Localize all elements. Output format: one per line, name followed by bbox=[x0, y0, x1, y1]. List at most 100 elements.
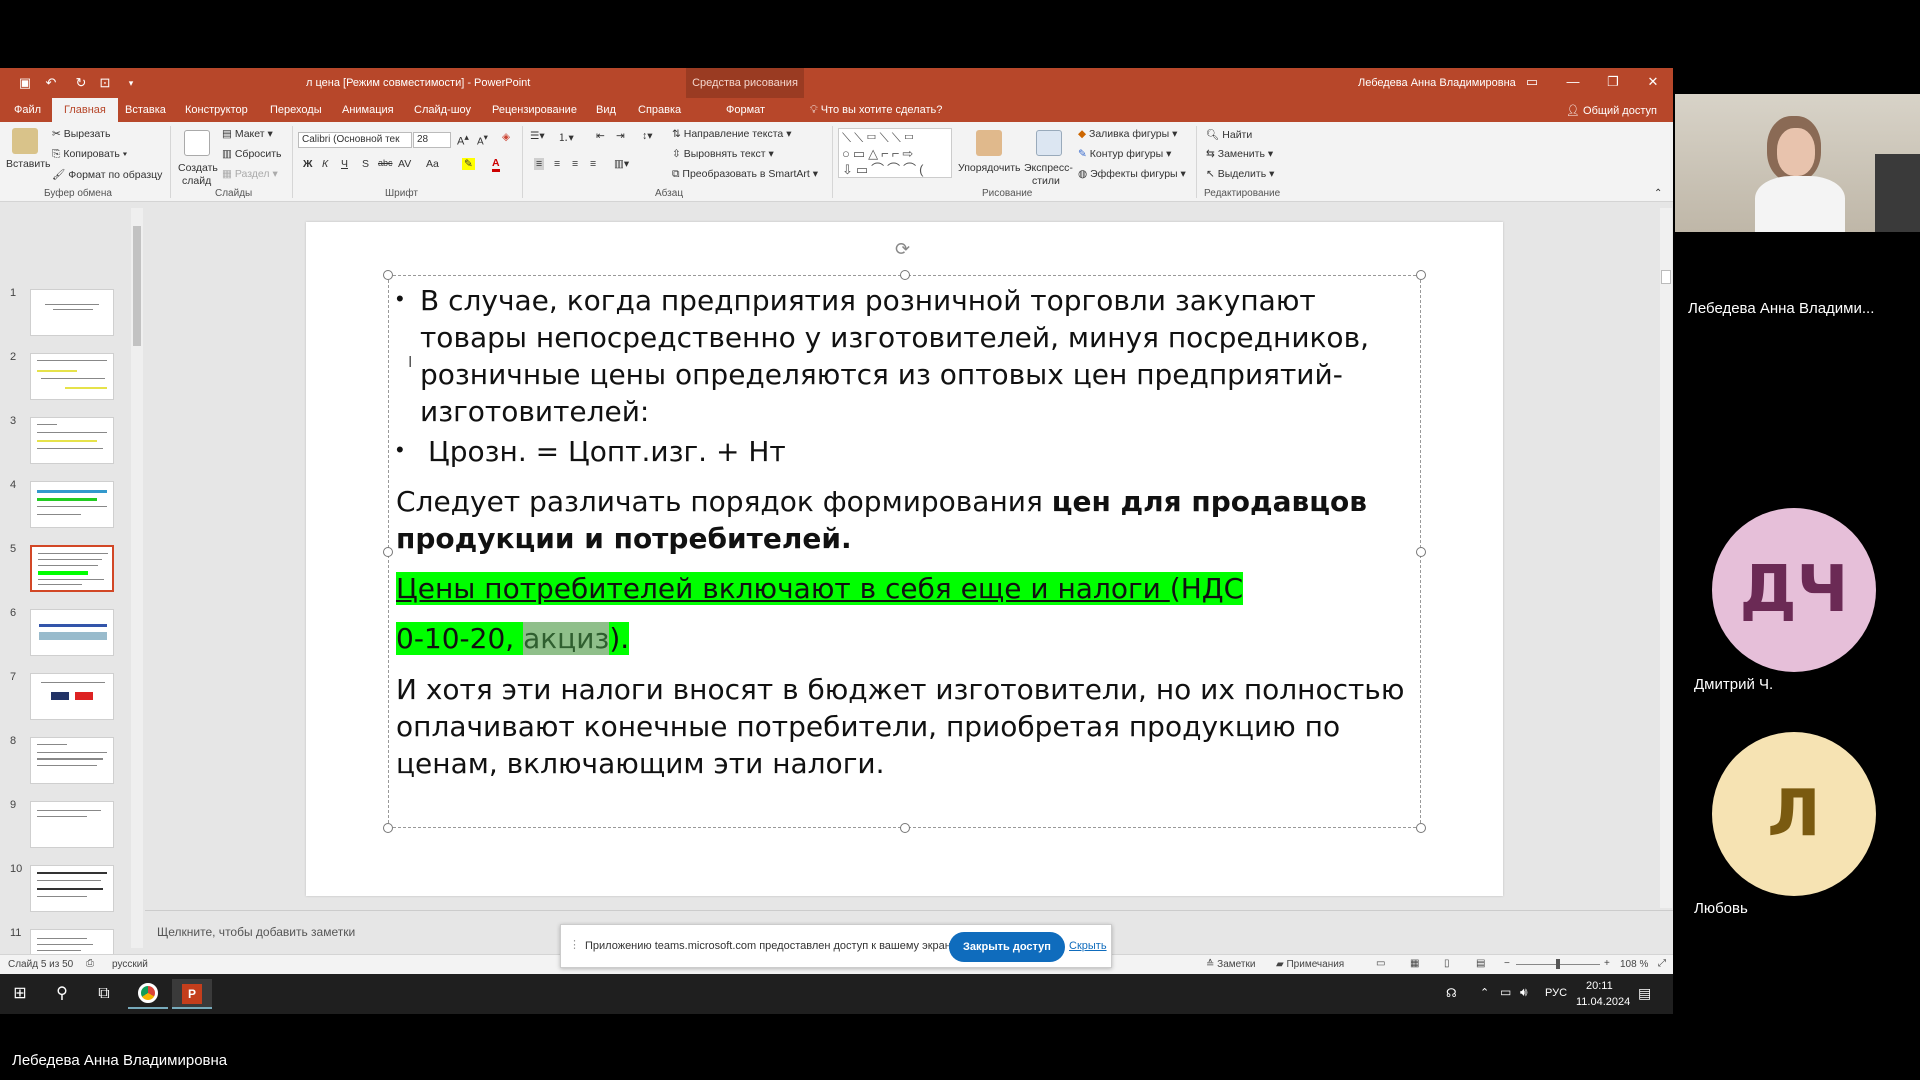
bullets-icon[interactable]: ☰▾ bbox=[530, 130, 545, 142]
notes-toggle[interactable]: ≙ Заметки bbox=[1206, 959, 1255, 970]
italic-button[interactable]: К bbox=[322, 158, 328, 170]
slide-thumbnail-4[interactable] bbox=[30, 481, 114, 528]
strikethrough-button[interactable]: abc bbox=[378, 158, 393, 168]
slide-thumbnail-5[interactable] bbox=[30, 545, 114, 592]
slide-thumbnail-7[interactable] bbox=[30, 673, 114, 720]
resize-handle[interactable] bbox=[383, 270, 393, 280]
quick-styles-button-line2[interactable]: стили bbox=[1032, 175, 1060, 187]
underline-button[interactable]: Ч bbox=[341, 158, 348, 170]
slideshow-view-icon[interactable]: ▤ bbox=[1476, 958, 1485, 969]
collapse-ribbon-icon[interactable]: ⌃ bbox=[1654, 188, 1662, 199]
tab-help[interactable]: Справка bbox=[638, 104, 681, 116]
shape-effects-button[interactable]: ◍ Эффекты фигуры ▾ bbox=[1078, 168, 1186, 180]
tab-view[interactable]: Вид bbox=[596, 104, 616, 116]
shadow-button[interactable]: S bbox=[362, 158, 369, 170]
editor-scrollbar[interactable] bbox=[1660, 208, 1672, 908]
tab-design[interactable]: Конструктор bbox=[185, 104, 248, 116]
quick-styles-button-line1[interactable]: Экспресс- bbox=[1024, 162, 1073, 174]
spellcheck-icon[interactable]: ⎙ bbox=[86, 958, 94, 969]
tab-animations[interactable]: Анимация bbox=[342, 104, 394, 116]
save-icon[interactable]: ▣ bbox=[18, 76, 32, 90]
start-from-beginning-icon[interactable]: ⊡ bbox=[98, 76, 112, 90]
ribbon-display-icon[interactable]: ▭ bbox=[1522, 74, 1542, 92]
clear-format-icon[interactable]: ◈ bbox=[502, 131, 510, 143]
resize-handle[interactable] bbox=[1416, 270, 1426, 280]
tray-chevron-icon[interactable]: ⌃ bbox=[1480, 986, 1489, 999]
highlight-color-icon[interactable]: ✎ bbox=[462, 158, 475, 170]
tab-slideshow[interactable]: Слайд-шоу bbox=[414, 104, 471, 116]
new-slide-button-line1[interactable]: Создать bbox=[178, 162, 218, 174]
align-right-icon[interactable]: ≡ bbox=[572, 158, 578, 170]
thumbnails-scrollbar[interactable] bbox=[131, 208, 143, 948]
task-view-icon[interactable]: ⧉ bbox=[84, 979, 124, 1009]
bold-button[interactable]: Ж bbox=[303, 158, 313, 170]
arrange-button[interactable]: Упорядочить bbox=[958, 162, 1020, 174]
stop-sharing-button[interactable]: Закрыть доступ bbox=[949, 932, 1065, 962]
fit-slide-icon[interactable]: ⤢ bbox=[1658, 958, 1666, 969]
user-name[interactable]: Лебедева Анна Владимировна bbox=[1358, 77, 1516, 89]
scroll-thumb[interactable] bbox=[133, 226, 141, 346]
resize-handle[interactable] bbox=[900, 270, 910, 280]
tab-format[interactable]: Формат bbox=[726, 104, 765, 116]
slide-thumbnail-2[interactable] bbox=[30, 353, 114, 400]
font-size-combo[interactable]: 28 bbox=[413, 132, 451, 148]
slide-thumbnail-10[interactable] bbox=[30, 865, 114, 912]
increase-indent-icon[interactable]: ⇥ bbox=[616, 130, 625, 142]
clock-time[interactable]: 20:11 bbox=[1586, 980, 1613, 992]
normal-view-icon[interactable]: ▭ bbox=[1376, 958, 1385, 969]
resize-handle[interactable] bbox=[1416, 547, 1426, 557]
shapes-gallery[interactable]: ⟍⟍▭⟍⟍▭ ○▭△⌐⌐⇨ ⇩▭⌒⌒⌒( bbox=[838, 128, 952, 178]
tab-review[interactable]: Рецензирование bbox=[492, 104, 577, 116]
tab-home[interactable]: Главная bbox=[52, 98, 118, 122]
notifications-icon[interactable]: ▤ bbox=[1638, 985, 1651, 1002]
resize-handle[interactable] bbox=[1416, 823, 1426, 833]
customize-qat-icon[interactable]: ▾ bbox=[124, 76, 138, 90]
hide-link[interactable]: Скрыть bbox=[1069, 940, 1107, 952]
tab-transitions[interactable]: Переходы bbox=[270, 104, 322, 116]
zoom-slider-thumb[interactable] bbox=[1556, 959, 1560, 969]
font-family-combo[interactable]: Calibri (Основной тек bbox=[298, 132, 412, 148]
minimize-icon[interactable]: — bbox=[1563, 74, 1583, 92]
copy-button[interactable]: ⎘ Копировать ▾ bbox=[52, 148, 127, 161]
drag-handle-icon[interactable]: ⋮ bbox=[569, 938, 580, 951]
undo-icon[interactable]: ↶ bbox=[44, 76, 58, 90]
char-spacing-button[interactable]: AV bbox=[398, 158, 411, 170]
slide-thumbnail-9[interactable] bbox=[30, 801, 114, 848]
change-case-button[interactable]: Aa bbox=[426, 158, 439, 170]
share-button[interactable]: 👤︎ Общий доступ bbox=[1566, 104, 1657, 117]
shape-outline-button[interactable]: ✎ Контур фигуры ▾ bbox=[1078, 148, 1171, 160]
reading-view-icon[interactable]: ▯ bbox=[1444, 958, 1450, 969]
slide-thumbnail-8[interactable] bbox=[30, 737, 114, 784]
avatar-dmitry[interactable]: ДЧ bbox=[1712, 508, 1876, 672]
redo-icon[interactable]: ↻ bbox=[74, 76, 88, 90]
powerpoint-taskbar-icon[interactable]: P bbox=[172, 979, 212, 1009]
scroll-thumb[interactable] bbox=[1661, 270, 1671, 284]
section-button[interactable]: ▦ Раздел ▾ bbox=[222, 168, 278, 180]
slide-sorter-icon[interactable]: ▦ bbox=[1410, 958, 1419, 969]
cut-button[interactable]: ✂︎ Вырезать bbox=[52, 128, 110, 140]
slide-thumbnail-6[interactable] bbox=[30, 609, 114, 656]
input-language[interactable]: РУС bbox=[1545, 987, 1567, 999]
find-button[interactable]: 🔍︎ Найти bbox=[1206, 128, 1252, 141]
numbering-icon[interactable]: ⒈▾ bbox=[558, 130, 574, 145]
windows-start-icon[interactable]: ⊞ bbox=[0, 979, 40, 1009]
line-spacing-icon[interactable]: ↕▾ bbox=[642, 130, 653, 142]
tab-insert[interactable]: Вставка bbox=[125, 104, 166, 116]
avatar-lyubov[interactable]: Л bbox=[1712, 732, 1876, 896]
new-slide-icon[interactable] bbox=[184, 130, 210, 156]
resize-handle[interactable] bbox=[900, 823, 910, 833]
restore-icon[interactable]: ❐ bbox=[1603, 74, 1623, 92]
text-direction-button[interactable]: ⇅ Направление текста ▾ bbox=[672, 128, 791, 140]
format-painter-button[interactable]: 🖌︎ Формат по образцу bbox=[52, 168, 162, 181]
search-icon[interactable]: ⚲ bbox=[42, 979, 82, 1009]
tab-file[interactable]: Файл bbox=[14, 104, 41, 116]
decrease-indent-icon[interactable]: ⇤ bbox=[596, 130, 605, 142]
quick-styles-icon[interactable] bbox=[1036, 130, 1062, 156]
clock-date[interactable]: 11.04.2024 bbox=[1576, 996, 1630, 1008]
participant-video[interactable] bbox=[1675, 94, 1920, 232]
shape-fill-button[interactable]: ◆ Заливка фигуры ▾ bbox=[1078, 128, 1177, 140]
volume-icon[interactable]: 🔊︎ bbox=[1520, 985, 1528, 1000]
align-center-icon[interactable]: ≡ bbox=[554, 158, 560, 170]
tell-me-search[interactable]: 💡︎ Что вы хотите сделать? bbox=[810, 104, 942, 117]
slide-thumbnail-3[interactable] bbox=[30, 417, 114, 464]
